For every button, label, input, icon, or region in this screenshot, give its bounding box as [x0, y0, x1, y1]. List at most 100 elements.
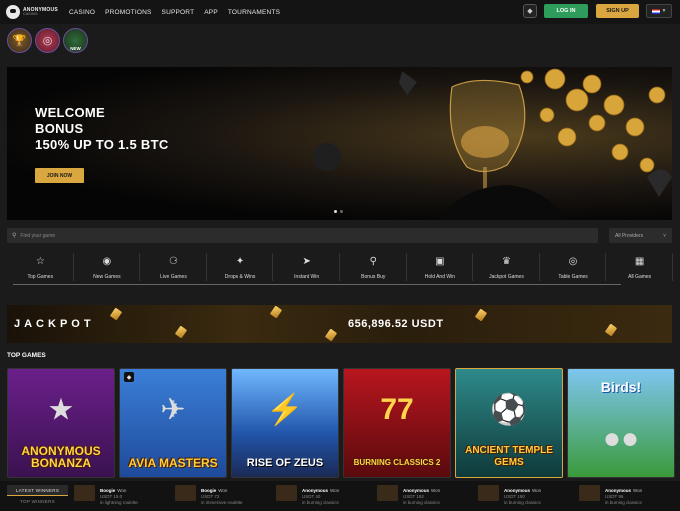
table-icon: ◎ [568, 255, 578, 267]
new-icon: ◉ [102, 255, 112, 267]
jackpot-label: JACKPOT [14, 318, 95, 330]
category-bonus-buy[interactable]: ⚲ Bonus Buy [340, 251, 407, 285]
hold-win-icon: ▣ [435, 255, 445, 267]
category-table-games[interactable]: ◎ Table Games [540, 251, 607, 285]
login-button[interactable]: LOG IN [544, 4, 588, 18]
category-jackpot-games[interactable]: ♛ Jackpot Games [473, 251, 540, 285]
nav-app[interactable]: APP [204, 9, 218, 16]
game-card[interactable]: ⚡ RISE OF ZEUS [231, 368, 339, 478]
hero-line-3: 150% UP TO 1.5 BTC [35, 137, 169, 152]
category-scrollbar[interactable] [13, 284, 621, 285]
live-icon: ⚆ [169, 255, 178, 267]
game-art: 77 [380, 393, 414, 427]
category-live-games[interactable]: ⚆ Live Games [140, 251, 207, 285]
winner-game-thumb [478, 485, 499, 501]
tab-top-winners[interactable]: TOP WINNERS [7, 496, 68, 507]
game-title: Birds! [600, 379, 642, 395]
providers-select[interactable]: All Providers ˅ [609, 228, 672, 243]
category-all-games[interactable]: ▦ All Games [606, 251, 673, 285]
flag-icon [651, 8, 660, 14]
logo-mark-icon [6, 5, 20, 19]
new-label: NEW [70, 46, 81, 51]
gem-sparkle-icon [604, 323, 618, 337]
carousel-dot[interactable] [334, 210, 337, 213]
game-art: ✈ [160, 393, 186, 427]
game-card[interactable]: ⚽ ANCIENT TEMPLE GEMS [455, 368, 563, 478]
winners-tabs: LATEST WINNERS TOP WINNERS [7, 485, 68, 509]
drops-icon: ✦ [235, 255, 245, 267]
search-icon: ⚲ [12, 233, 17, 239]
game-card[interactable]: 77 BURNING CLASSICS 2 [343, 368, 451, 478]
main-nav: CASINO PROMOTIONS SUPPORT APP TOURNAMENT… [69, 9, 290, 16]
hero-title: WELCOME BONUS 150% UP TO 1.5 BTC [35, 105, 169, 153]
trophy-icon[interactable]: 🏆 [7, 28, 32, 53]
winner-item[interactable]: Anonymous Won USDT 96 in burning classics [579, 485, 680, 509]
nav-promotions[interactable]: PROMOTIONS [105, 9, 151, 16]
chevron-down-icon: ˅ [663, 232, 666, 239]
game-card[interactable]: ★ ANONYMOUS BONANZA [7, 368, 115, 478]
winner-item[interactable]: Boogie Won USDT 72 in immersive roulette [175, 485, 276, 509]
gem-icon[interactable]: ◆ [523, 4, 537, 18]
winner-item[interactable]: Anonymous Won USDT 150 in burning classics [478, 485, 579, 509]
search-bar[interactable]: ⚲ Find your game [7, 228, 598, 243]
carousel-dot[interactable] [340, 210, 343, 213]
new-game-icon[interactable]: NEW [63, 28, 88, 53]
game-card[interactable]: Birds! ●● [567, 368, 675, 478]
game-title: BURNING CLASSICS 2 [353, 458, 441, 467]
game-title: RISE OF ZEUS [246, 457, 324, 469]
game-art: ⚽ [490, 393, 528, 427]
roulette-icon[interactable]: ◎ [35, 28, 60, 53]
jackpot-banner: JACKPOT 656,896.52 USDT [7, 305, 672, 343]
gem-sparkle-icon [174, 325, 188, 339]
hero-line-1: WELCOME [35, 105, 105, 120]
category-new-games[interactable]: ◉ New Games [74, 251, 141, 285]
winners-list: Boogie Won USDT 19.0 in lightning roulette … [74, 485, 680, 509]
grid-icon: ▦ [634, 255, 645, 267]
game-title: ANONYMOUS BONANZA [21, 444, 101, 470]
category-hold-and-win[interactable]: ▣ Hold And Win [407, 251, 474, 285]
signup-button[interactable]: SIGN UP [596, 4, 639, 18]
jackpot-amount: 656,896.52 USDT [348, 318, 444, 330]
hero-banner[interactable]: WELCOME BONUS 150% UP TO 1.5 BTC JOIN NO… [7, 67, 672, 220]
winner-game-thumb [175, 485, 196, 501]
game-art: ★ [47, 393, 75, 427]
star-icon: ☆ [35, 255, 45, 267]
top-games-title: TOP GAMES [7, 352, 46, 359]
nav-casino[interactable]: CASINO [69, 9, 95, 16]
winner-item[interactable]: Boogie Won USDT 19.0 in lightning roulette [74, 485, 175, 509]
hero-line-2: BONUS [35, 121, 84, 136]
game-card[interactable]: ◆ ✈ AVIA MASTERS [119, 368, 227, 478]
logo[interactable]: ANONYMOUS CASINO [6, 5, 62, 19]
winner-game-thumb [74, 485, 95, 501]
category-drops-wins[interactable]: ✦ Drops & Wins [207, 251, 274, 285]
game-art: ⚡ [266, 393, 304, 427]
tab-latest-winners[interactable]: LATEST WINNERS [7, 485, 68, 496]
category-instant-win[interactable]: ➤ Instant Win [273, 251, 340, 285]
chevron-down-icon: ▼ [661, 8, 667, 14]
brand-sub: CASINO [23, 11, 38, 16]
winners-ticker: LATEST WINNERS TOP WINNERS Boogie Won USDT… [0, 481, 680, 511]
nav-support[interactable]: SUPPORT [162, 9, 195, 16]
games-row: ★ ANONYMOUS BONANZA ◆ ✈ AVIA MASTERS ⚡ R… [7, 368, 675, 478]
quick-icons: 🏆 ◎ NEW [7, 28, 88, 53]
carousel-dots [334, 210, 343, 213]
game-title: AVIA MASTERS [128, 456, 218, 470]
language-selector[interactable]: ▼ [646, 4, 672, 18]
join-now-button[interactable]: JOIN NOW [35, 168, 84, 183]
winner-game-thumb [579, 485, 600, 501]
winner-game-thumb [276, 485, 297, 501]
game-title: ANCIENT TEMPLE GEMS [465, 445, 553, 468]
gem-sparkle-icon [324, 328, 338, 342]
gem-sparkle-icon [474, 308, 488, 322]
winner-game-thumb [377, 485, 398, 501]
nav-tournaments[interactable]: TOURNAMENTS [228, 9, 280, 16]
category-top-games[interactable]: ☆ Top Games [7, 251, 74, 285]
search-input[interactable]: Find your game [20, 233, 55, 239]
rocket-icon: ➤ [302, 255, 311, 267]
jackpot-icon: ♛ [501, 255, 511, 267]
bonus-buy-icon: ⚲ [369, 255, 377, 267]
gem-icon: ◆ [124, 372, 134, 382]
gem-sparkle-icon [109, 307, 123, 321]
winner-item[interactable]: Anonymous Won USDT 192 in burning classics [377, 485, 478, 509]
winner-item[interactable]: Anonymous Won USDT 40 in burning classics [276, 485, 377, 509]
